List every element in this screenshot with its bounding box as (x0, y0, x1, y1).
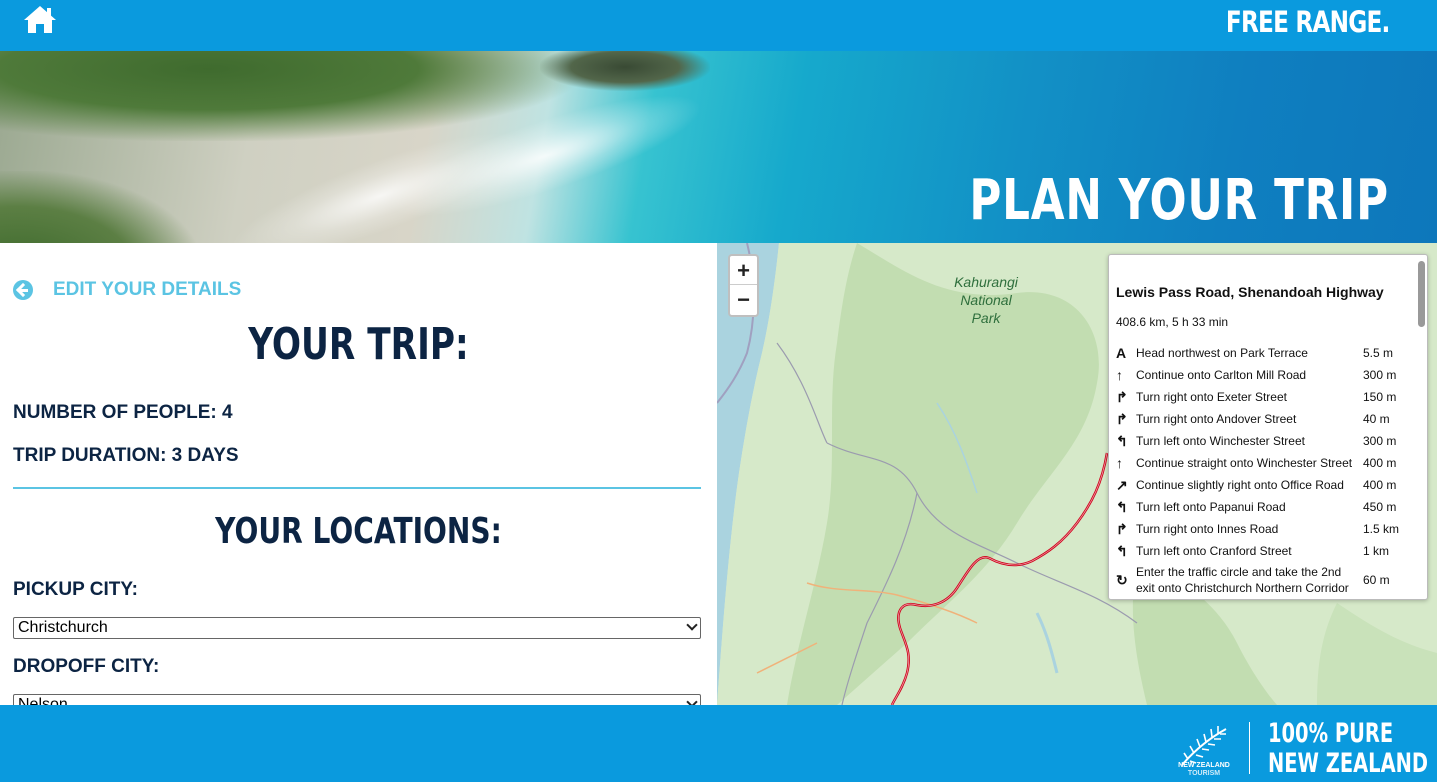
step-text: Turn left onto Papanui Road (1136, 500, 1286, 514)
dropoff-city-value: Nelson (18, 696, 68, 705)
step-distance: 450 m (1363, 500, 1397, 514)
step-text: Head northwest on Park Terrace (1136, 346, 1308, 360)
step-text: Turn left onto Cranford Street (1136, 544, 1292, 558)
zoom-control: + − (728, 254, 759, 317)
step-text: Turn right onto Exeter Street (1136, 390, 1287, 404)
route-step[interactable]: ↱ Turn right onto Exeter Street 150 m (1116, 386, 1416, 408)
chevron-down-icon (686, 696, 698, 705)
route-map[interactable]: + − Kahurangi National Park Lewis Pass R… (717, 243, 1437, 705)
turn-right-icon: ↱ (1116, 520, 1128, 537)
route-step[interactable]: ↱ Turn right onto Andover Street 40 m (1116, 408, 1416, 430)
step-distance: 60 m (1363, 573, 1390, 587)
dropoff-city-select[interactable]: Nelson (13, 694, 701, 705)
trip-heading: YOUR TRIP: (248, 319, 469, 370)
hero-image-cliff (0, 171, 200, 243)
scrollbar[interactable] (1418, 261, 1425, 327)
step-distance: 1 km (1363, 544, 1390, 558)
route-directions-panel[interactable]: Lewis Pass Road, Shenandoah Highway 408.… (1108, 254, 1428, 600)
step-distance: 400 m (1363, 478, 1397, 492)
people-count: NUMBER OF PEOPLE: 4 (13, 402, 233, 423)
trip-details-panel: EDIT YOUR DETAILS YOUR TRIP: NUMBER OF P… (0, 243, 717, 705)
slight-right-icon: ↗ (1116, 476, 1128, 493)
step-text: Continue slightly right onto Office Road (1136, 478, 1344, 492)
edit-details-label: EDIT YOUR DETAILS (53, 279, 242, 300)
home-icon[interactable] (22, 4, 58, 34)
nz-tourism-logo-text: NEW ZEALAND TOURISM (1176, 762, 1232, 778)
trip-duration: TRIP DURATION: 3 DAYS (13, 445, 239, 466)
route-step[interactable]: ↰ Turn left onto Papanui Road 450 m (1116, 496, 1416, 518)
step-distance: 300 m (1363, 434, 1397, 448)
logo-new-zealand: NEW ZEALAND (1178, 762, 1230, 769)
straight-arrow-icon: ↑ (1116, 367, 1123, 383)
route-steps-list: A Head northwest on Park Terrace 5.5 m ↑… (1116, 342, 1416, 598)
pure-nz-logo[interactable]: 100% PURE NEW ZEALAND (1268, 719, 1428, 779)
route-name: Lewis Pass Road, Shenandoah Highway (1116, 284, 1384, 300)
divider (13, 487, 701, 489)
edit-details-link[interactable]: EDIT YOUR DETAILS (13, 279, 241, 301)
turn-right-icon: ↱ (1116, 388, 1128, 405)
turn-left-icon: ↰ (1116, 498, 1128, 515)
route-step[interactable]: A Head northwest on Park Terrace 5.5 m (1116, 342, 1416, 364)
step-text: Turn right onto Innes Road (1136, 522, 1279, 536)
route-step[interactable]: ↑ Continue straight onto Winchester Stre… (1116, 452, 1416, 474)
brand-logo[interactable]: FREE RANGE. (1226, 5, 1390, 39)
route-step[interactable]: ↗ Continue slightly right onto Office Ro… (1116, 474, 1416, 496)
hero-banner: PLAN YOUR TRIP (0, 51, 1437, 243)
dropoff-city-label: DROPOFF CITY: (13, 656, 160, 677)
page-title: PLAN YOUR TRIP (969, 168, 1389, 233)
step-text: Enter the traffic circle and take the 2n… (1136, 565, 1349, 595)
route-step[interactable]: ↑ Continue onto Carlton Mill Road 300 m (1116, 364, 1416, 386)
zoom-out-button[interactable]: − (730, 285, 757, 314)
route-step[interactable]: ↰ Turn left onto Cranford Street 1 km (1116, 540, 1416, 562)
pure-line1: 100% PURE (1268, 718, 1394, 749)
step-text: Continue straight onto Winchester Street (1136, 456, 1353, 470)
pickup-city-select[interactable]: Christchurch (13, 617, 701, 639)
turn-left-icon: ↰ (1116, 542, 1128, 559)
locations-heading: YOUR LOCATIONS: (215, 511, 502, 552)
step-distance: 40 m (1363, 412, 1390, 426)
footer: NEW ZEALAND TOURISM 100% PURE NEW ZEALAN… (0, 705, 1437, 782)
pickup-city-value: Christchurch (18, 619, 108, 636)
back-arrow-icon (13, 280, 33, 300)
roundabout-icon: ↻ (1116, 571, 1128, 588)
zoom-in-button[interactable]: + (730, 256, 757, 285)
route-step[interactable]: ↻ Enter the traffic circle and take the … (1116, 562, 1416, 598)
step-distance: 400 m (1363, 456, 1397, 470)
start-icon: A (1116, 345, 1127, 361)
route-step[interactable]: ↱ Turn right onto Innes Road 1.5 km (1116, 518, 1416, 540)
step-distance: 150 m (1363, 390, 1397, 404)
pure-line2: NEW ZEALAND (1268, 748, 1429, 779)
step-distance: 5.5 m (1363, 346, 1394, 360)
turn-right-icon: ↱ (1116, 410, 1128, 427)
straight-arrow-icon: ↑ (1116, 455, 1123, 471)
step-text: Continue onto Carlton Mill Road (1136, 368, 1307, 382)
step-distance: 1.5 km (1363, 522, 1400, 536)
top-bar: FREE RANGE. (0, 0, 1437, 51)
pickup-city-label: PICKUP CITY: (13, 579, 138, 600)
route-step[interactable]: ↰ Turn left onto Winchester Street 300 m (1116, 430, 1416, 452)
step-text: Turn left onto Winchester Street (1136, 434, 1305, 448)
turn-left-icon: ↰ (1116, 432, 1128, 449)
footer-divider (1249, 722, 1250, 774)
step-text: Turn right onto Andover Street (1136, 412, 1297, 426)
route-summary: 408.6 km, 5 h 33 min (1116, 315, 1229, 329)
chevron-down-icon (686, 619, 698, 631)
map-label-kahurangi: Kahurangi National Park (954, 274, 1018, 326)
step-distance: 300 m (1363, 368, 1397, 382)
logo-tourism: TOURISM (1187, 770, 1221, 777)
